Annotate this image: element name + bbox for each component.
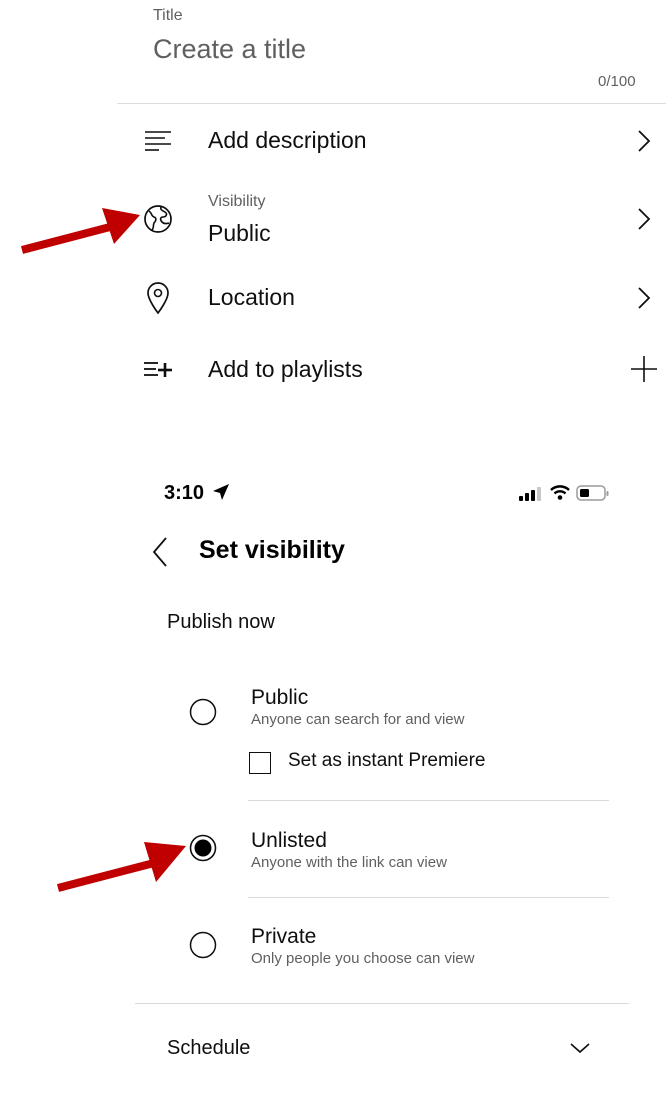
back-chevron-icon[interactable]: [148, 534, 176, 570]
section-heading: Publish now: [167, 611, 275, 633]
chevron-right-icon[interactable]: [630, 284, 658, 312]
page-title: Set visibility: [199, 536, 345, 564]
add-description-button[interactable]: Add description: [208, 127, 367, 154]
schedule-toggle[interactable]: Schedule: [167, 1037, 250, 1060]
description-lines-icon: [140, 123, 176, 159]
visibility-label: Visibility: [208, 193, 266, 210]
location-pin-icon: [140, 280, 176, 316]
option-subtitle-unlisted: Anyone with the link can view: [251, 854, 447, 871]
location-button[interactable]: Location: [208, 284, 295, 311]
chevron-down-icon[interactable]: [569, 1041, 591, 1060]
option-title-public[interactable]: Public: [251, 686, 308, 710]
status-time: 3:10: [164, 482, 230, 505]
chevron-right-icon[interactable]: [630, 205, 658, 233]
location-arrow-icon: [212, 484, 229, 500]
plus-icon[interactable]: [630, 355, 658, 383]
option-title-private[interactable]: Private: [251, 925, 316, 949]
divider: [248, 897, 609, 898]
title-input[interactable]: Create a title: [153, 34, 306, 65]
cellular-signal-icon: [518, 485, 542, 506]
divider: [135, 1003, 629, 1004]
playlist-add-icon: [140, 352, 176, 388]
title-char-counter: 0/100: [598, 73, 636, 90]
radio-public[interactable]: [189, 698, 217, 726]
annotation-arrow-icon: [20, 208, 140, 254]
title-label: Title: [153, 7, 183, 24]
premiere-checkbox[interactable]: [249, 752, 271, 774]
option-title-unlisted[interactable]: Unlisted: [251, 829, 327, 853]
radio-unlisted[interactable]: [189, 834, 217, 862]
divider: [117, 103, 666, 104]
option-subtitle-public: Anyone can search for and view: [251, 711, 465, 728]
premiere-label[interactable]: Set as instant Premiere: [288, 750, 485, 772]
globe-icon: [140, 201, 176, 237]
battery-icon: [576, 484, 610, 507]
visibility-value[interactable]: Public: [208, 220, 271, 247]
chevron-right-icon[interactable]: [630, 127, 658, 155]
wifi-icon: [550, 484, 570, 505]
option-subtitle-private: Only people you choose can view: [251, 950, 475, 967]
add-to-playlists-button[interactable]: Add to playlists: [208, 356, 363, 383]
divider: [248, 800, 609, 801]
radio-private[interactable]: [189, 931, 217, 959]
annotation-arrow-icon: [56, 842, 186, 892]
